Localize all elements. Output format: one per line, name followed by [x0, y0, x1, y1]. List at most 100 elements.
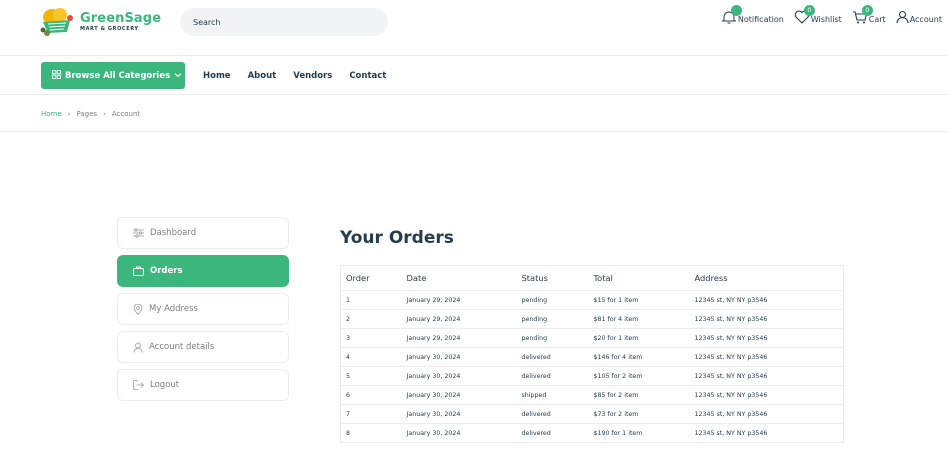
order-date: January 29, 2024: [406, 290, 522, 310]
sidebar-item-my-address[interactable]: My Address: [117, 293, 289, 325]
column-header-total: Total: [593, 265, 695, 291]
search-input[interactable]: [180, 8, 388, 36]
column-header-status: Status: [521, 265, 594, 291]
order-date: January 30, 2024: [406, 347, 522, 367]
user-icon: [133, 342, 143, 353]
column-header-order: Order: [340, 265, 407, 291]
order-number: 2: [340, 309, 407, 329]
grid-icon: [52, 69, 61, 82]
order-date: January 30, 2024: [406, 404, 522, 424]
cart-label: Cart: [868, 15, 886, 24]
order-address: 12345 st, NY NY p3546: [694, 423, 844, 443]
notification-label: Notification: [737, 15, 784, 24]
table-header-row: Order Date Status Total Address: [340, 265, 844, 291]
page-title: Your Orders: [340, 228, 454, 248]
order-address: 12345 st, NY NY p3546: [694, 328, 844, 348]
order-address: 12345 st, NY NY p3546: [694, 290, 844, 310]
order-status: pending: [521, 328, 594, 348]
wishlist-label: Wishlist: [810, 15, 842, 24]
location-pin-icon: [133, 303, 143, 315]
cart-button[interactable]: 0 Cart: [852, 5, 886, 24]
table-row[interactable]: 5 January 30, 2024 delivered $105 for 2 …: [340, 366, 844, 386]
nav-link-about[interactable]: About: [248, 71, 277, 81]
order-number: 1: [340, 290, 407, 310]
order-address: 12345 st, NY NY p3546: [694, 309, 844, 329]
breadcrumb-account: Account: [111, 110, 141, 118]
breadcrumb-bar: Home › Pages › Account: [0, 95, 948, 132]
order-number: 6: [340, 385, 407, 405]
table-row[interactable]: 7 January 30, 2024 delivered $73 for 2 i…: [340, 404, 844, 424]
account-label: Account: [909, 15, 942, 24]
wishlist-button[interactable]: 0 Wishlist: [794, 5, 842, 24]
order-date: January 29, 2024: [406, 328, 522, 348]
order-status: delivered: [521, 347, 594, 367]
wishlist-badge: 0: [803, 5, 815, 16]
nav-link-vendors[interactable]: Vendors: [293, 71, 332, 81]
sidebar-item-dashboard[interactable]: Dashboard: [117, 217, 289, 249]
breadcrumb-separator: ›: [103, 110, 106, 118]
order-date: January 30, 2024: [406, 423, 522, 443]
table-row[interactable]: 2 January 29, 2024 pending $81 for 4 ite…: [340, 309, 844, 329]
order-status: shipped: [521, 385, 594, 405]
order-address: 12345 st, NY NY p3546: [694, 366, 844, 386]
order-status: delivered: [521, 423, 594, 443]
brand-tagline: MART & GROCERY: [80, 26, 139, 32]
table-row[interactable]: 1 January 29, 2024 pending $15 for 1 ite…: [340, 290, 844, 310]
table-row[interactable]: 8 January 30, 2024 delivered $190 for 1 …: [340, 423, 844, 443]
notification-badge: [730, 5, 742, 16]
logo[interactable]: GreenSage MART & GROCERY: [40, 6, 170, 38]
nav-link-home[interactable]: Home: [203, 71, 231, 81]
logout-icon: [133, 380, 144, 390]
order-status: pending: [521, 309, 594, 329]
order-total: $105 for 2 item: [593, 366, 695, 386]
bag-icon: [133, 266, 144, 276]
order-total: $85 for 2 item: [593, 385, 695, 405]
order-address: 12345 st, NY NY p3546: [694, 404, 844, 424]
order-total: $81 for 4 item: [593, 309, 695, 329]
browse-categories-label: Browse All Categories: [65, 70, 171, 81]
sidebar-item-logout[interactable]: Logout: [117, 369, 289, 401]
breadcrumb-pages[interactable]: Pages: [76, 110, 97, 118]
sidebar-item-orders[interactable]: Orders: [117, 255, 289, 287]
column-header-address: Address: [694, 265, 844, 291]
site-header: GreenSage MART & GROCERY Notification 0 …: [0, 0, 948, 56]
sidebar-item-label: Account details: [149, 342, 215, 352]
sidebar-item-label: Dashboard: [150, 228, 197, 238]
account-sidebar: Dashboard Orders My Address Account deta…: [117, 217, 289, 407]
sidebar-item-label: Orders: [150, 266, 183, 276]
grocery-basket-icon: [40, 6, 76, 38]
table-row[interactable]: 6 January 30, 2024 shipped $85 for 2 ite…: [340, 385, 844, 405]
sidebar-item-label: My Address: [149, 304, 198, 314]
sidebar-item-label: Logout: [150, 380, 180, 390]
order-status: delivered: [521, 404, 594, 424]
order-total: $146 for 4 item: [593, 347, 695, 367]
order-address: 12345 st, NY NY p3546: [694, 347, 844, 367]
account-button[interactable]: Account: [896, 10, 942, 24]
notification-button[interactable]: Notification: [721, 5, 784, 24]
order-total: $15 for 1 item: [593, 290, 695, 310]
order-date: January 30, 2024: [406, 366, 522, 386]
brand-name: GreenSage: [80, 11, 162, 26]
nav-link-contact[interactable]: Contact: [349, 71, 386, 81]
table-row[interactable]: 4 January 30, 2024 delivered $146 for 4 …: [340, 347, 844, 367]
user-icon: [896, 10, 909, 24]
order-date: January 29, 2024: [406, 309, 522, 329]
main-nav: Browse All Categories Home About Vendors…: [0, 57, 948, 95]
breadcrumb-home[interactable]: Home: [41, 110, 62, 118]
cart-badge: 0: [861, 5, 873, 16]
order-number: 8: [340, 423, 407, 443]
breadcrumb: Home › Pages › Account: [41, 110, 140, 118]
chevron-down-icon: [174, 71, 182, 81]
nav-links: Home About Vendors Contact: [203, 71, 386, 81]
order-total: $20 for 1 item: [593, 328, 695, 348]
table-row[interactable]: 3 January 29, 2024 pending $20 for 1 ite…: [340, 328, 844, 348]
order-total: $73 for 2 item: [593, 404, 695, 424]
order-address: 12345 st, NY NY p3546: [694, 385, 844, 405]
orders-table: Order Date Status Total Address 1 Januar…: [340, 265, 844, 443]
order-total: $190 for 1 item: [593, 423, 695, 443]
sidebar-item-account-details[interactable]: Account details: [117, 331, 289, 363]
breadcrumb-separator: ›: [67, 110, 71, 118]
order-number: 4: [340, 347, 407, 367]
browse-categories-button[interactable]: Browse All Categories: [41, 62, 185, 89]
order-number: 7: [340, 404, 407, 424]
